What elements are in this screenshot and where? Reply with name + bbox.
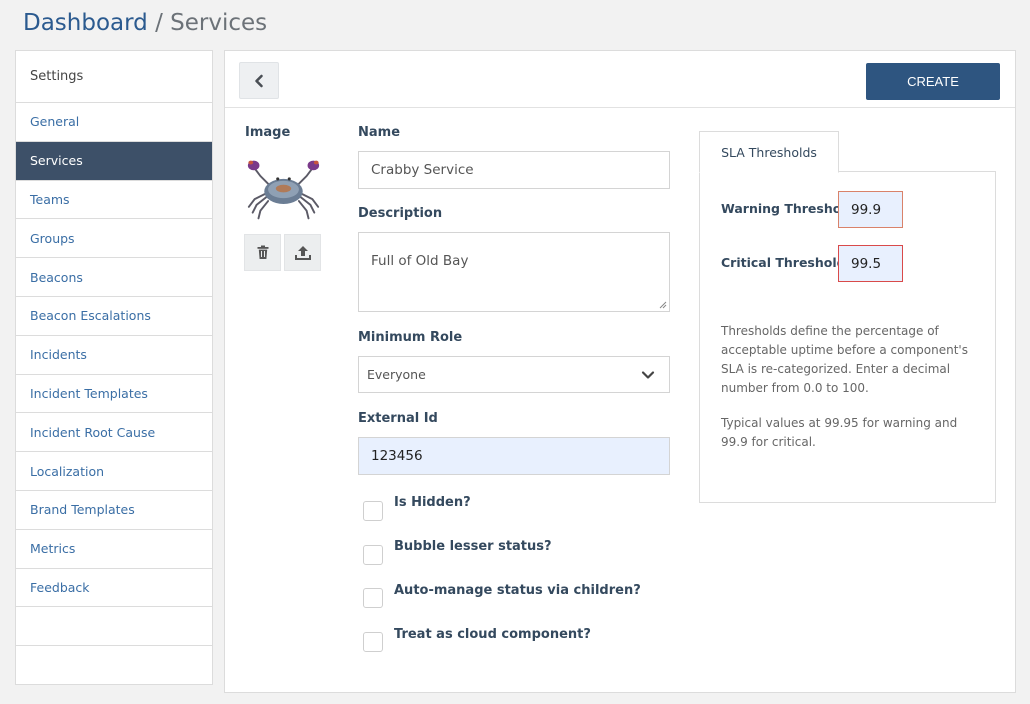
external-id-label: External Id [358, 411, 438, 426]
sidebar-item-general[interactable]: General [16, 103, 212, 142]
upload-icon [294, 245, 311, 260]
settings-sidebar: Settings General Services Teams Groups B… [15, 50, 213, 685]
tab-sla-thresholds[interactable]: SLA Thresholds [699, 131, 839, 173]
chevron-left-icon [255, 74, 263, 87]
sidebar-item-brand-templates[interactable]: Brand Templates [16, 491, 212, 530]
sidebar-item-incidents[interactable]: Incidents [16, 336, 212, 375]
minimum-role-label: Minimum Role [358, 330, 463, 345]
upload-image-button[interactable] [284, 234, 321, 271]
sidebar-item-services[interactable]: Services [16, 141, 212, 181]
sidebar-item-metrics[interactable]: Metrics [16, 530, 212, 569]
threshold-help-text: Thresholds define the percentage of acce… [721, 324, 968, 395]
external-id-input[interactable]: 123456 [358, 437, 670, 475]
crab-image [247, 160, 320, 220]
cloud-component-checkbox[interactable] [363, 632, 383, 652]
critical-threshold-input[interactable]: 99.5 [838, 245, 903, 282]
warning-threshold-input[interactable]: 99.9 [838, 191, 903, 228]
name-label: Name [358, 125, 401, 140]
minimum-role-value: Everyone [367, 367, 426, 382]
sidebar-item-localization[interactable]: Localization [16, 452, 212, 491]
delete-image-button[interactable] [244, 234, 281, 271]
resize-handle-icon[interactable] [659, 301, 667, 309]
back-button[interactable] [239, 62, 279, 99]
breadcrumb-current: Services [170, 10, 268, 36]
sidebar-item-teams[interactable]: Teams [16, 181, 212, 220]
is-hidden-checkbox[interactable] [363, 501, 383, 521]
sidebar-item-beacon-escalations[interactable]: Beacon Escalations [16, 297, 212, 336]
breadcrumb-dashboard-link[interactable]: Dashboard [23, 10, 148, 36]
description-label: Description [358, 206, 443, 221]
sla-thresholds-panel: Warning Threshold: 99.9 Critical Thresho… [699, 171, 996, 503]
sidebar-item-empty [16, 646, 212, 685]
auto-manage-status-label: Auto-manage status via children? [394, 583, 641, 598]
toolbar: CREATE [225, 51, 1015, 108]
trash-icon [257, 245, 268, 259]
bubble-lesser-status-label: Bubble lesser status? [394, 539, 552, 554]
service-editor: CREATE Image Name Crabby Service Descrip… [224, 50, 1016, 693]
chevron-down-icon [641, 370, 655, 379]
sidebar-item-beacons[interactable]: Beacons [16, 258, 212, 297]
image-label: Image [245, 125, 291, 140]
cloud-component-label: Treat as cloud component? [394, 627, 591, 642]
sidebar-item-incident-root-cause[interactable]: Incident Root Cause [16, 413, 212, 453]
bubble-lesser-status-checkbox[interactable] [363, 545, 383, 565]
sidebar-item-groups[interactable]: Groups [16, 219, 212, 259]
is-hidden-label: Is Hidden? [394, 495, 471, 510]
threshold-typical-values-text: Typical values at 99.95 for warning and … [721, 416, 958, 449]
auto-manage-status-checkbox[interactable] [363, 588, 383, 608]
critical-threshold-label: Critical Threshold: [721, 255, 851, 270]
sidebar-title: Settings [16, 51, 212, 103]
sidebar-item-empty [16, 607, 212, 647]
description-text: Full of Old Bay [371, 253, 469, 269]
sidebar-item-incident-templates[interactable]: Incident Templates [16, 375, 212, 414]
minimum-role-select[interactable]: Everyone [358, 356, 670, 393]
description-textarea[interactable]: Full of Old Bay [358, 232, 670, 312]
create-button[interactable]: CREATE [866, 63, 1000, 100]
sidebar-item-feedback[interactable]: Feedback [16, 569, 212, 608]
name-input[interactable]: Crabby Service [358, 151, 670, 189]
breadcrumb-separator: / [155, 10, 163, 36]
breadcrumb: Dashboard / Services [23, 10, 267, 36]
